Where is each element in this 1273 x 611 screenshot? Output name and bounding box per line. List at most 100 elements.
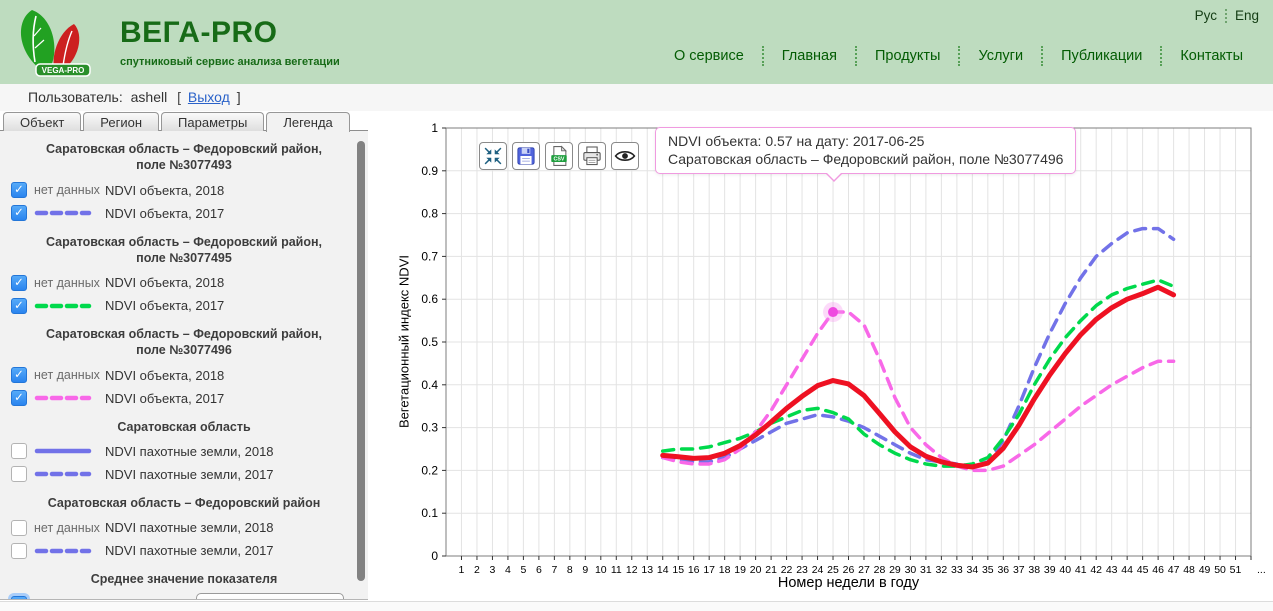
- legend-item: ✓ NDVI объекта Сохранить как норму: [11, 593, 368, 600]
- legend-swatch-zone: нет данных: [34, 276, 96, 290]
- no-data-label: нет данных: [34, 276, 100, 290]
- save-as-norm-button[interactable]: Сохранить как норму: [196, 593, 344, 600]
- legend-swatch-zone: [34, 469, 96, 479]
- collapse-icon: [481, 144, 505, 168]
- legend-item-label: NDVI пахотные земли, 2017: [105, 467, 274, 482]
- legend-item: ✓ нет данных NDVI объекта, 2018: [11, 272, 368, 293]
- legend-checkbox[interactable]: [11, 466, 27, 482]
- legend-item: ✓ нет данных NDVI объекта, 2018: [11, 180, 368, 201]
- lang-eng[interactable]: Eng: [1235, 8, 1259, 23]
- legend-item-label: NDVI объекта, 2018: [105, 368, 224, 383]
- y-tick-label: 0.2: [421, 463, 438, 477]
- visibility-button[interactable]: [611, 142, 639, 170]
- y-tick-label: 1: [431, 121, 438, 135]
- legend-item-label: NDVI объекта, 2018: [105, 275, 224, 290]
- legend-item-label: NDVI объекта, 2017: [105, 298, 224, 313]
- lang-separator: [1225, 9, 1227, 23]
- tab-parameters[interactable]: Параметры: [161, 112, 264, 131]
- highlighted-data-point[interactable]: [828, 307, 838, 317]
- legend-panel: Саратовская область – Федоровский район,…: [0, 130, 368, 600]
- legend-checkbox[interactable]: [11, 443, 27, 459]
- lang-rus[interactable]: Рус: [1195, 8, 1217, 23]
- username: ashell: [131, 89, 168, 105]
- chart-tooltip: NDVI объекта: 0.57 на дату: 2017-06-25 С…: [655, 127, 1076, 174]
- legend-item: NDVI пахотные земли, 2017: [11, 540, 368, 561]
- eye-icon: [613, 144, 637, 168]
- legend-item-label: NDVI пахотные земли, 2018: [105, 520, 274, 535]
- app-subtitle: спутниковый сервис анализа вегетации: [120, 56, 340, 68]
- series-line: [663, 229, 1174, 467]
- y-tick-label: 0: [431, 549, 438, 563]
- legend-checkbox[interactable]: ✓: [11, 367, 27, 383]
- x-overflow-label: ...: [1257, 564, 1266, 576]
- tab-region[interactable]: Регион: [83, 112, 159, 131]
- legend-item: нет данных NDVI пахотные земли, 2018: [11, 517, 368, 538]
- sidebar-scrollbar[interactable]: [357, 141, 365, 581]
- legend-line-swatch: [34, 469, 92, 479]
- collapse-button[interactable]: [479, 142, 507, 170]
- legend-item: ✓ NDVI объекта, 2017: [11, 203, 368, 224]
- no-data-label: нет данных: [34, 368, 100, 382]
- footer-strip: [0, 601, 1273, 611]
- print-icon: [580, 144, 604, 168]
- legend-item-label: NDVI объекта: [105, 597, 188, 600]
- app-title: ВЕГА-PRO: [120, 16, 340, 50]
- nav-item-services[interactable]: Услуги: [958, 46, 1041, 66]
- legend-checkbox[interactable]: ✓: [11, 596, 27, 600]
- tooltip-line1: NDVI объекта: 0.57 на дату: 2017-06-25: [668, 132, 1063, 150]
- logout-link[interactable]: Выход: [188, 89, 230, 105]
- y-tick-label: 0.7: [421, 249, 438, 263]
- legend-group-title: Среднее значение показателя: [30, 571, 338, 587]
- legend-line-swatch: [34, 546, 92, 556]
- legend-checkbox[interactable]: ✓: [11, 182, 27, 198]
- legend-item-label: NDVI объекта, 2017: [105, 206, 224, 221]
- legend-item: ✓ NDVI объекта, 2017: [11, 295, 368, 316]
- legend-checkbox[interactable]: [11, 520, 27, 536]
- header: VEGA-PRO ВЕГА-PRO спутниковый сервис ана…: [0, 0, 1273, 84]
- legend-swatch-zone: нет данных: [34, 183, 96, 197]
- ndvi-chart: 1234567891011121314151617181920212223242…: [390, 117, 1266, 596]
- green-leaf-icon: [21, 10, 54, 70]
- legend-swatch-zone: [34, 393, 96, 403]
- legend-group: Саратовская область – Федоровский район н…: [0, 495, 368, 561]
- legend-item-label: NDVI объекта, 2018: [105, 183, 224, 198]
- nav-item-contacts[interactable]: Контакты: [1160, 46, 1261, 66]
- tooltip-line2: Саратовская область – Федоровский район,…: [668, 150, 1063, 168]
- legend-item: NDVI пахотные земли, 2017: [11, 464, 368, 485]
- x-axis-title: Номер недели в году: [446, 575, 1251, 591]
- tab-object[interactable]: Объект: [3, 112, 81, 131]
- legend-line-swatch: [34, 446, 92, 456]
- legend-checkbox[interactable]: ✓: [11, 298, 27, 314]
- legend-item-label: NDVI пахотные земли, 2017: [105, 543, 274, 558]
- csv-icon: CSV: [547, 144, 571, 168]
- main-nav: О сервисеГлавнаяПродуктыУслугиПубликации…: [656, 46, 1261, 66]
- svg-text:CSV: CSV: [554, 157, 565, 163]
- nav-item-about[interactable]: О сервисе: [656, 46, 762, 66]
- legend-item-label: NDVI объекта, 2017: [105, 391, 224, 406]
- y-tick-label: 0.8: [421, 207, 438, 221]
- legend-group-title: Саратовская область – Федоровский район: [30, 495, 338, 511]
- legend-checkbox[interactable]: ✓: [11, 275, 27, 291]
- nav-item-products[interactable]: Продукты: [855, 46, 959, 66]
- user-bar: Пользователь: ashell [ Выход ]: [0, 84, 1273, 111]
- export-csv-button[interactable]: CSV: [545, 142, 573, 170]
- print-button[interactable]: [578, 142, 606, 170]
- sidebar-tabs: ОбъектРегионПараметрыЛегенда: [3, 112, 352, 132]
- legend-line-swatch: [34, 599, 92, 600]
- nav-item-main[interactable]: Главная: [762, 46, 855, 66]
- legend-line-swatch: [34, 208, 92, 218]
- user-label: Пользователь:: [28, 89, 123, 105]
- legend-swatch-zone: нет данных: [34, 368, 96, 382]
- legend-line-swatch: [34, 393, 92, 403]
- legend-item-label: NDVI пахотные земли, 2018: [105, 444, 274, 459]
- tab-legend[interactable]: Легенда: [266, 112, 349, 132]
- nav-item-publications[interactable]: Публикации: [1041, 46, 1160, 66]
- legend-checkbox[interactable]: ✓: [11, 390, 27, 406]
- legend-groups: Саратовская область – Федоровский район,…: [0, 141, 368, 600]
- legend-checkbox[interactable]: ✓: [11, 205, 27, 221]
- legend-group: Саратовская областьNDVI пахотные земли, …: [0, 419, 368, 485]
- legend-line-swatch: [34, 301, 92, 311]
- save-image-button[interactable]: [512, 142, 540, 170]
- no-data-label: нет данных: [34, 521, 100, 535]
- legend-checkbox[interactable]: [11, 543, 27, 559]
